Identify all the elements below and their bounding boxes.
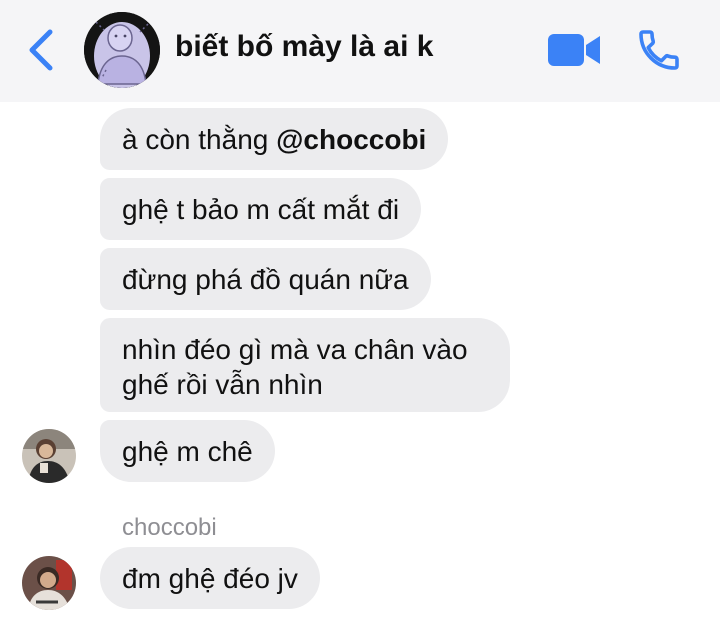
sender-avatar[interactable] — [22, 429, 76, 483]
message-bubble[interactable]: à còn thằng @choccobi — [100, 108, 449, 170]
video-call-button[interactable] — [546, 30, 602, 70]
message-bubble[interactable]: nhìn đéo gì mà va chân vào ghế rồi vẫn n… — [100, 318, 510, 412]
video-camera-icon — [548, 34, 600, 66]
message-text: à còn thằng — [122, 124, 277, 155]
message-bubble[interactable]: ghệ m chê — [100, 420, 275, 482]
conversation-avatar[interactable] — [84, 12, 160, 88]
mention-link[interactable]: @choccobi — [276, 124, 426, 155]
voice-call-button[interactable] — [634, 26, 684, 74]
avatar-image — [22, 429, 76, 483]
avatar-image — [84, 12, 160, 88]
chat-header: biết bố mày là ai k — [0, 0, 720, 102]
conversation-title[interactable]: biết bố mày là ai k — [175, 30, 433, 64]
avatar-image — [22, 556, 76, 610]
message-bubble[interactable]: ghệ t bảo m cất mắt đi — [100, 178, 422, 240]
message-bubble[interactable]: đm ghệ đéo jv — [100, 547, 320, 609]
phone-icon — [639, 30, 679, 70]
back-button[interactable] — [22, 26, 62, 74]
sender-name: choccobi — [122, 514, 217, 541]
message-bubble[interactable]: đừng phá đồ quán nữa — [100, 248, 431, 310]
chevron-left-icon — [29, 29, 53, 71]
sender-avatar[interactable] — [22, 556, 76, 610]
chat-screen: biết bố mày là ai k à còn thằng @choccob… — [0, 0, 720, 626]
